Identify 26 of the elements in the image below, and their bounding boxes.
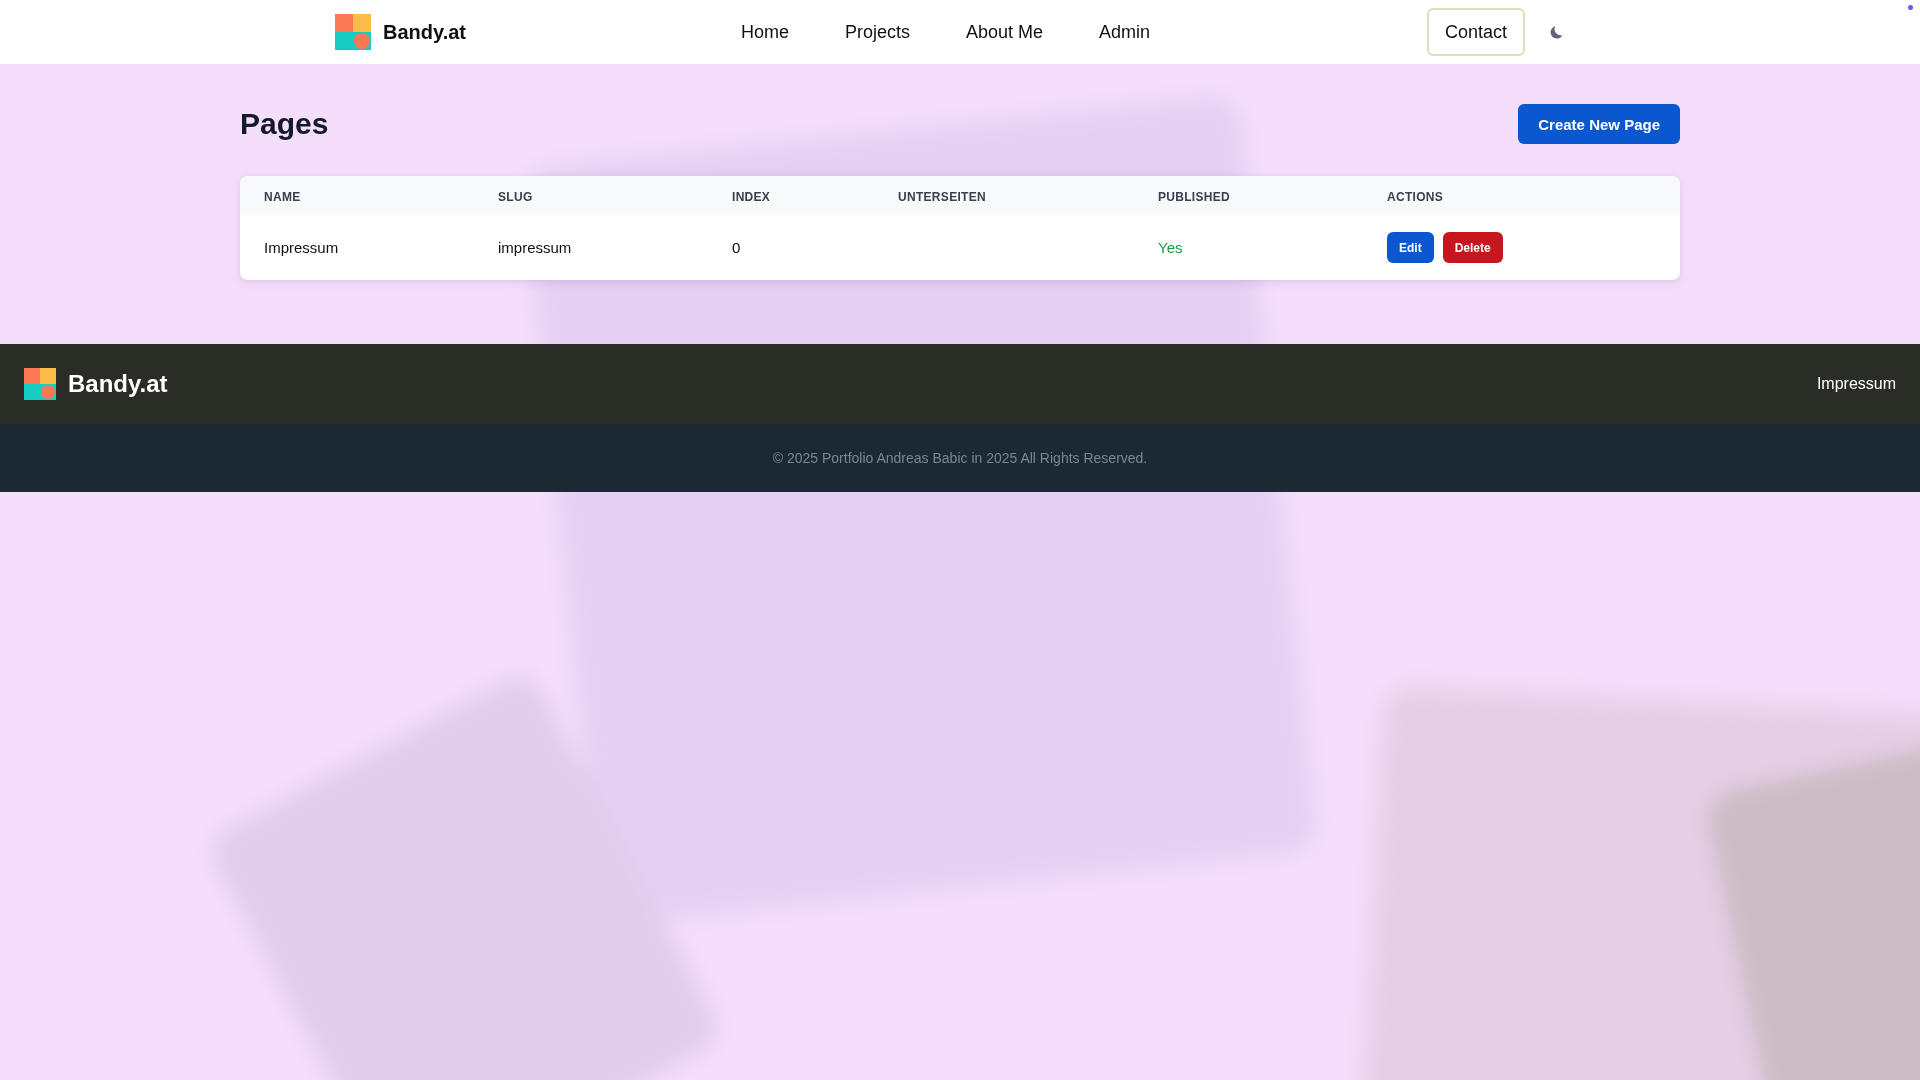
table-cell: Yes	[1158, 238, 1183, 256]
delete-button[interactable]: Delete	[1442, 232, 1503, 263]
contact-button[interactable]: Contact	[1427, 8, 1526, 56]
copyright-text: © 2025 Portfolio Andreas Babic in 2025 All Rights Reserved.	[772, 450, 1148, 466]
brand-name[interactable]: Bandy.at	[383, 20, 466, 44]
nav-link[interactable]: Projects	[845, 21, 911, 43]
column-header: PUBLISHED	[1158, 189, 1231, 204]
table-cell: Impressum	[264, 238, 339, 256]
logo-icon	[24, 368, 56, 400]
create-page-button[interactable]: Create New Page	[1518, 104, 1680, 144]
nav-link[interactable]: Admin	[1099, 21, 1151, 43]
logo-icon	[335, 14, 371, 50]
edit-button[interactable]: Edit	[1387, 232, 1434, 263]
table-cell: 0	[732, 238, 741, 256]
nav-link[interactable]: Home	[741, 21, 789, 43]
table-cell: impressum	[498, 238, 572, 256]
column-header: INDEX	[732, 189, 771, 204]
page-title: Pages	[240, 107, 329, 141]
status-dot	[1908, 5, 1913, 10]
column-header: UNTERSEITEN	[898, 189, 986, 204]
footer-brand[interactable]: Bandy.at	[68, 370, 168, 398]
column-header: SLUG	[498, 189, 533, 204]
column-header: ACTIONS	[1387, 189, 1444, 204]
column-header: NAME	[264, 189, 301, 204]
nav-link[interactable]: About Me	[966, 21, 1044, 43]
footer-link[interactable]: Impressum	[1816, 375, 1896, 393]
